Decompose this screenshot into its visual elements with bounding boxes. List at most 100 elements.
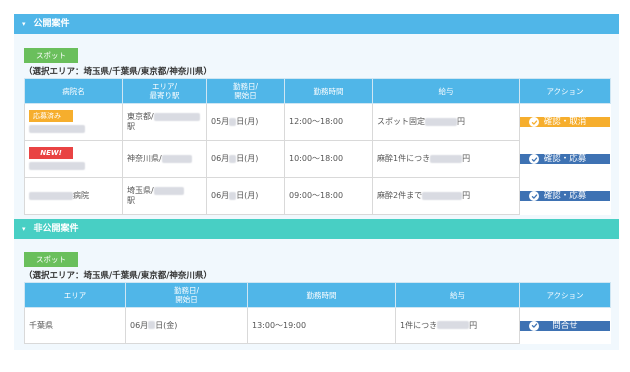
applied-badge: 応募済み xyxy=(29,109,73,122)
header-action: アクション xyxy=(519,78,611,104)
action-label: 確認・応募 xyxy=(543,191,587,201)
selected-area-text: （選択エリア：埼玉県/千葉県/東京都/神奈川県） xyxy=(24,67,212,77)
work-hours: 09:00～18:00 xyxy=(289,191,344,200)
public-section-title: 公開案件 xyxy=(33,19,70,29)
header-salary: 給与 xyxy=(372,78,520,104)
hours-cell: 13:00～19:00 xyxy=(247,307,396,344)
chevron-down-icon: ▾ xyxy=(22,20,26,28)
date-cell: 06月 日(月) xyxy=(206,140,285,178)
hours-cell: 10:00～18:00 xyxy=(284,140,373,178)
work-hours: 10:00～18:00 xyxy=(289,154,344,163)
area-prefecture: 神奈川県/ xyxy=(127,154,162,163)
hospital-cell: 応募済み xyxy=(24,103,123,141)
area-cell: 神奈川県/ xyxy=(122,140,207,178)
action-label: 確認・取消 xyxy=(543,117,587,127)
redacted-value xyxy=(29,125,85,133)
date-day: 日(月) xyxy=(236,117,259,126)
confirm-apply-button[interactable]: 確認・応募 xyxy=(520,191,610,201)
redacted-value xyxy=(425,117,457,126)
header-work-date: 勤務日/ 開始日 xyxy=(125,282,248,308)
redacted-value xyxy=(229,191,237,200)
salary-prefix: 1件につき xyxy=(400,320,438,330)
action-cell: 確認・応募 xyxy=(519,140,611,178)
hospital-cell: 病院 xyxy=(24,177,123,215)
inquiry-button[interactable]: 問合せ xyxy=(520,320,610,331)
private-section-body: スポット （選択エリア：埼玉県/千葉県/東京都/神奈川県） エリア 勤務日/ 開… xyxy=(14,239,619,350)
salary-prefix: スポット固定 xyxy=(377,117,425,126)
salary-cell: 麻酔2件まで 円 xyxy=(372,177,520,215)
work-hours: 13:00～19:00 xyxy=(252,320,307,330)
redacted-value xyxy=(229,117,237,126)
header-work-hours: 勤務時間 xyxy=(247,282,396,308)
hours-cell: 09:00～18:00 xyxy=(284,177,373,215)
hospital-cell: NEW! xyxy=(24,140,123,178)
header-work-date: 勤務日/ 開始日 xyxy=(206,78,285,104)
redacted-value xyxy=(430,154,463,163)
salary-suffix: 円 xyxy=(462,154,471,163)
date-month: 06月 xyxy=(211,191,230,200)
header-salary: 給与 xyxy=(395,282,520,308)
area-prefecture: 埼玉県/ xyxy=(127,186,154,195)
station-suffix: 駅 xyxy=(127,122,135,131)
table-row: 応募済み 東京都/駅 05月 日(月) 12:00～18:00 スポット固定円確認・取消 xyxy=(24,103,611,141)
area-cell: 東京都/駅 xyxy=(122,103,207,141)
action-label: 問合せ xyxy=(552,320,578,331)
public-section-header[interactable]: ▾ 公開案件 xyxy=(14,14,619,34)
date-day: 日(金) xyxy=(155,320,178,330)
private-section-title: 非公開案件 xyxy=(33,224,79,234)
date-cell: 06月 日(金) xyxy=(125,307,248,344)
area-prefecture: 東京都/ xyxy=(127,112,154,121)
date-month: 06月 xyxy=(130,320,149,330)
table-header-row: 病院名 エリア/ 最寄り駅 勤務日/ 開始日 勤務時間 給与 アクション xyxy=(24,78,611,104)
date-month: 06月 xyxy=(211,154,230,163)
area-cell: 千葉県 xyxy=(24,307,126,344)
private-section-header[interactable]: ▾ 非公開案件 xyxy=(14,219,619,239)
action-label: 確認・応募 xyxy=(543,154,587,164)
redacted-value xyxy=(29,191,73,200)
date-day: 日(月) xyxy=(236,191,259,200)
spot-badge: スポット xyxy=(24,252,78,267)
salary-cell: 1件につき 円 xyxy=(395,307,520,344)
header-action: アクション xyxy=(519,282,611,308)
header-work-hours: 勤務時間 xyxy=(284,78,373,104)
date-cell: 05月 日(月) xyxy=(206,103,285,141)
public-section: ▾ 公開案件 スポット （選択エリア：埼玉県/千葉県/東京都/神奈川県） 病院名 … xyxy=(14,14,619,221)
table-row: 千葉県 06月 日(金) 13:00～19:00 1件につき 円 問合せ xyxy=(24,307,611,344)
public-jobs-table: 病院名 エリア/ 最寄り駅 勤務日/ 開始日 勤務時間 給与 アクション 応募済… xyxy=(24,78,611,215)
confirm-cancel-button[interactable]: 確認・取消 xyxy=(520,117,610,127)
new-badge: NEW! xyxy=(29,146,73,159)
action-cell: 確認・取消 xyxy=(519,103,611,141)
redacted-value xyxy=(437,321,470,329)
redacted-value xyxy=(153,112,200,121)
check-circle-icon xyxy=(529,154,539,164)
redacted-value xyxy=(422,191,463,200)
confirm-apply-button[interactable]: 確認・応募 xyxy=(520,154,610,164)
redacted-value xyxy=(148,321,156,329)
redacted-value xyxy=(229,154,237,163)
redacted-value xyxy=(161,154,192,163)
table-row: NEW! 神奈川県/06月 日(月) 10:00～18:00 麻酔1件につき 円 確認・応募 xyxy=(24,140,611,178)
table-header-row: エリア 勤務日/ 開始日 勤務時間 給与 アクション xyxy=(24,282,611,308)
redacted-value xyxy=(29,162,85,170)
redacted-value xyxy=(153,186,184,195)
salary-prefix: 麻酔2件まで xyxy=(377,191,423,200)
table-row: 病院 埼玉県/駅 06月 日(月) 09:00～18:00 麻酔2件まで円確認・応募 xyxy=(24,177,611,215)
area-cell: 埼玉県/駅 xyxy=(122,177,207,215)
action-cell: 確認・応募 xyxy=(519,177,611,215)
area-prefecture: 千葉県 xyxy=(29,320,53,330)
chevron-down-icon: ▾ xyxy=(22,225,26,233)
header-hospital: 病院名 xyxy=(24,78,123,104)
check-circle-icon xyxy=(529,117,539,127)
date-day: 日(月) xyxy=(236,154,259,163)
salary-suffix: 円 xyxy=(462,191,471,200)
spot-badge: スポット xyxy=(24,48,78,63)
selected-area-text: （選択エリア：埼玉県/千葉県/東京都/神奈川県） xyxy=(24,271,212,281)
date-cell: 06月 日(月) xyxy=(206,177,285,215)
check-circle-icon xyxy=(529,191,539,201)
header-area: エリア xyxy=(24,282,126,308)
action-cell: 問合せ xyxy=(519,307,611,344)
hours-cell: 12:00～18:00 xyxy=(284,103,373,141)
work-hours: 12:00～18:00 xyxy=(289,117,344,126)
check-circle-icon xyxy=(529,320,539,331)
hospital-name: 病院 xyxy=(73,191,89,200)
